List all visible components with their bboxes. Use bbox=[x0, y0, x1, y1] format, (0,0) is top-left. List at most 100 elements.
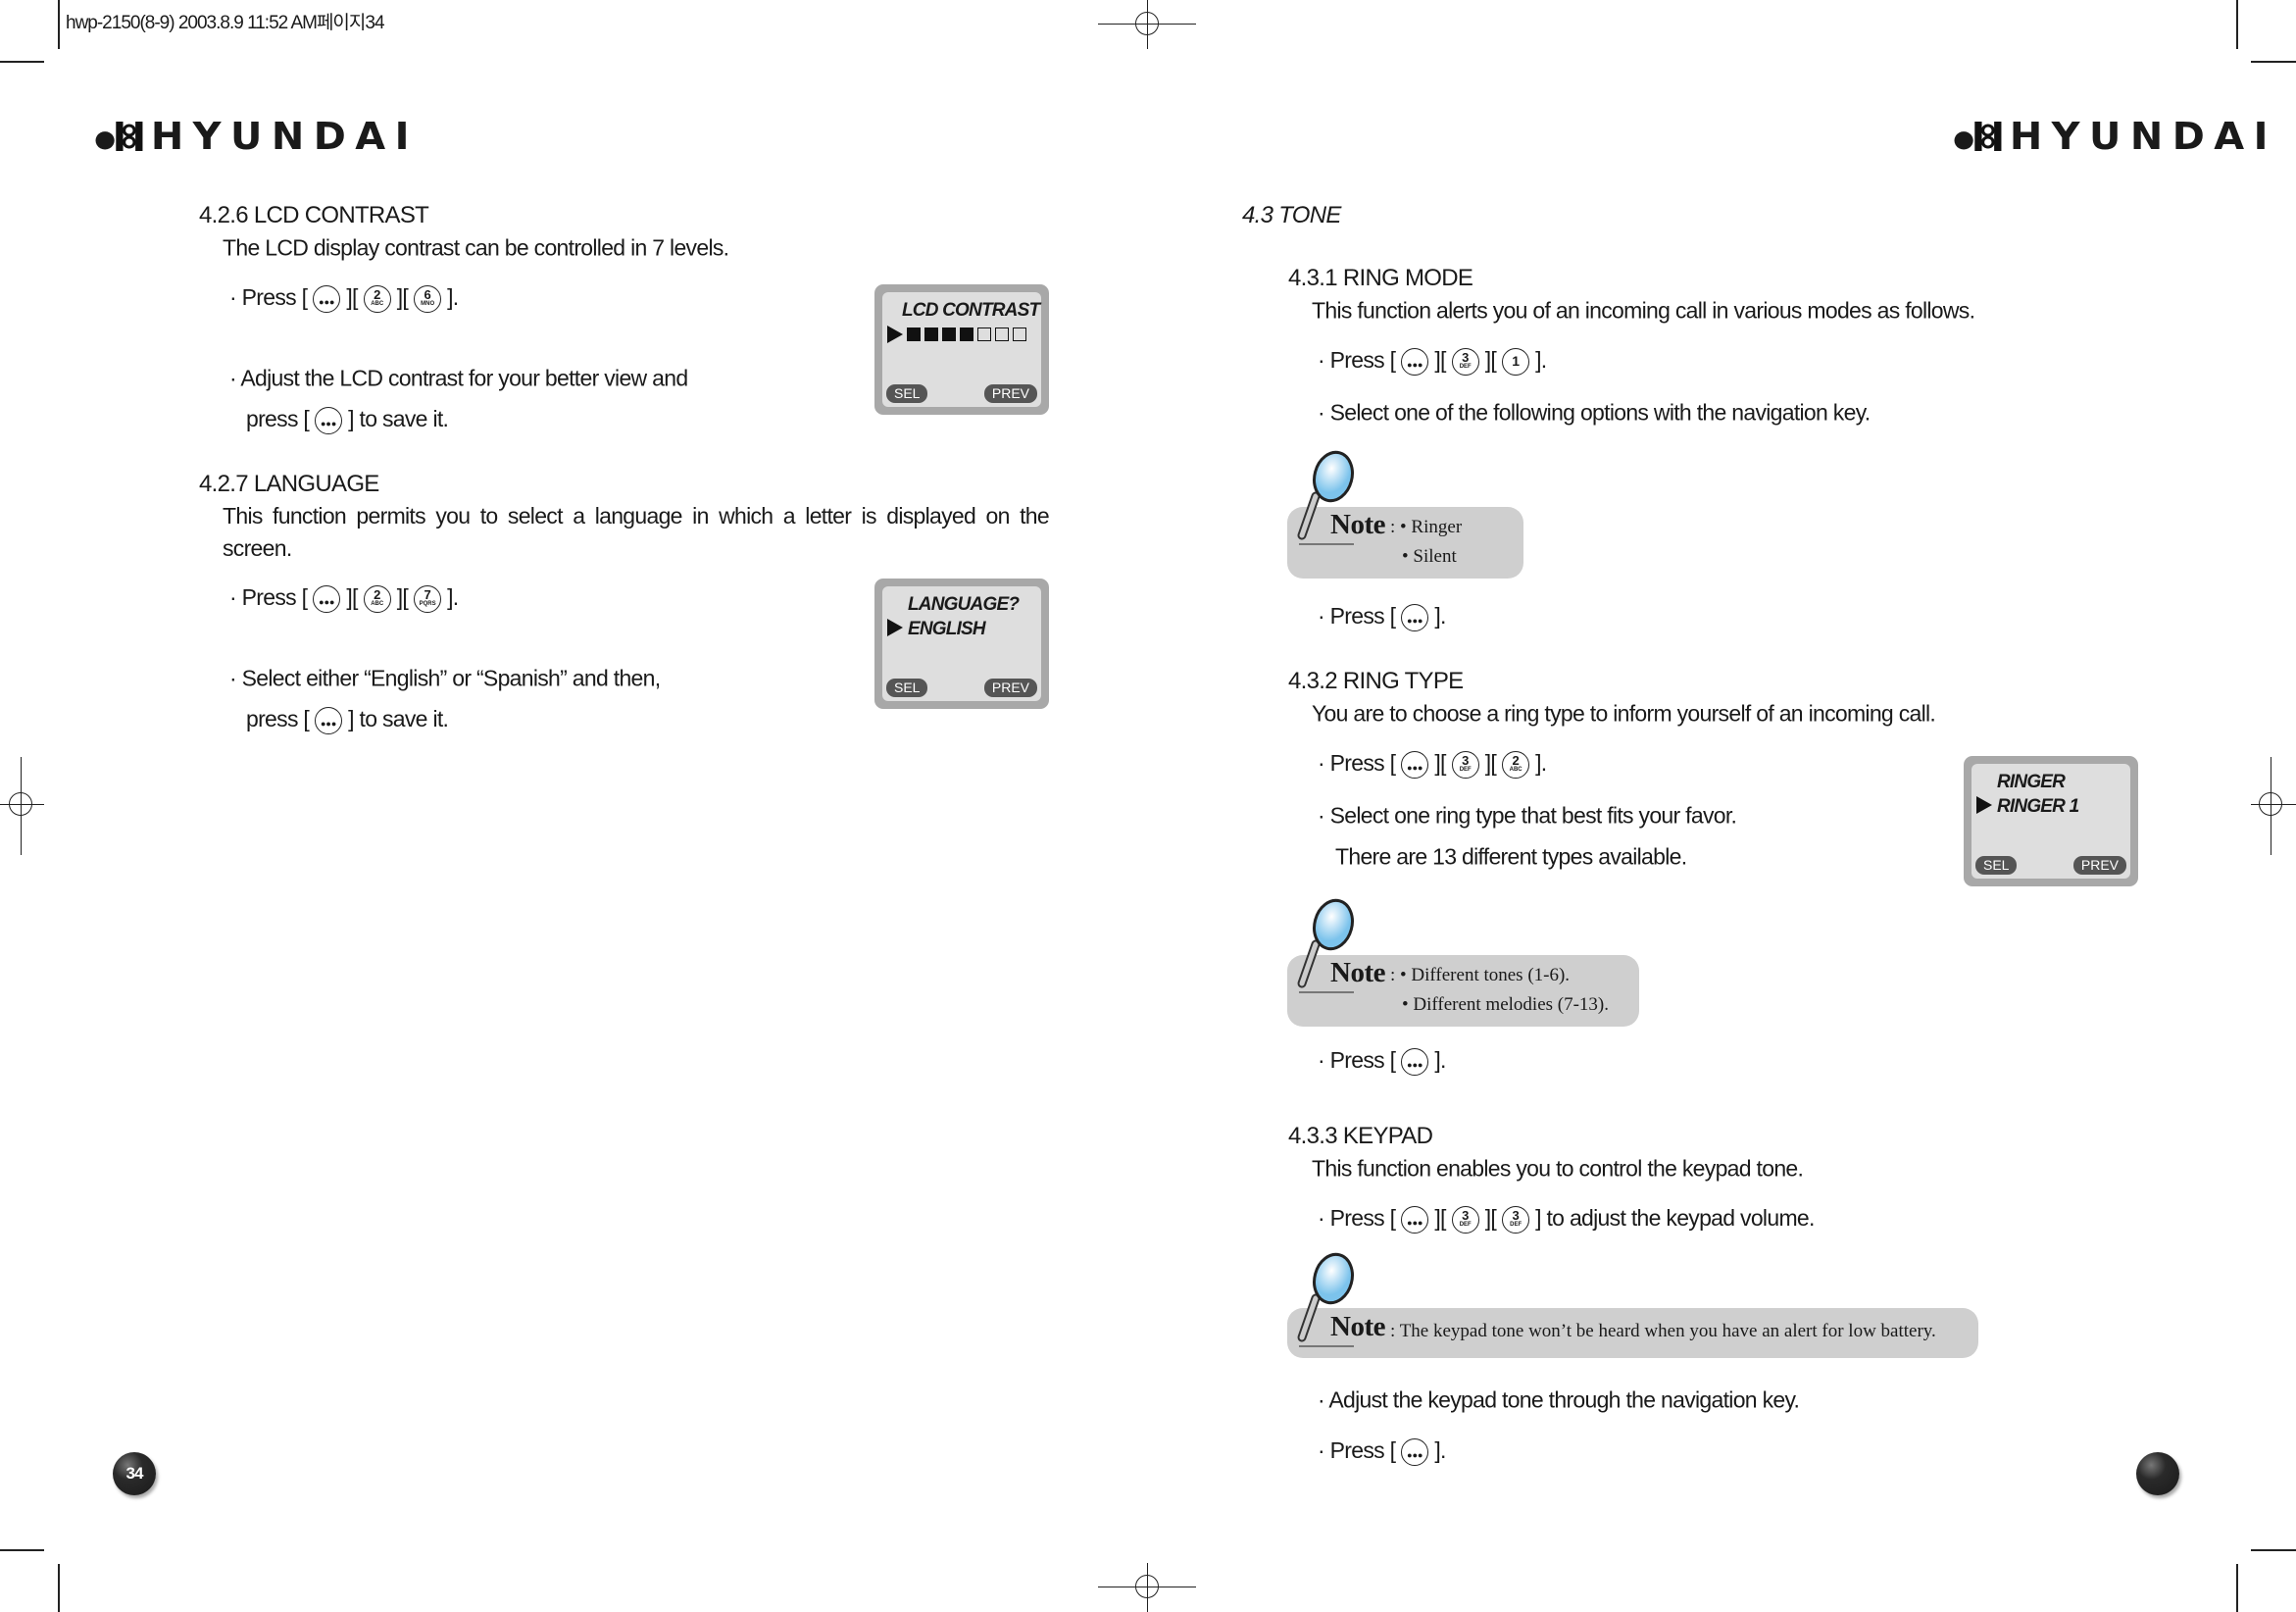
ring-type-step3: · Press [●●●]. bbox=[1318, 1048, 1446, 1076]
key-separator: ][ bbox=[1484, 347, 1497, 374]
page-number: 34 bbox=[113, 1452, 156, 1495]
ring-type-step2-cont: There are 13 different types available. bbox=[1335, 843, 1687, 870]
ring-type-step1: · Press [●●●][3 DEF][2 ABC]. bbox=[1318, 751, 1547, 779]
magnifier-icon bbox=[1297, 450, 1354, 540]
magnifier-icon bbox=[1297, 898, 1354, 988]
language-intro: This function permits you to select a la… bbox=[223, 503, 1050, 561]
language-step2: · Select either “English” or “Spanish” a… bbox=[229, 665, 661, 691]
press-prefix: · Press [ bbox=[1318, 1205, 1396, 1232]
press-prefix: · Press [ bbox=[1318, 1047, 1396, 1074]
press-suffix: ] to save it. bbox=[348, 706, 449, 732]
key-separator: ][ bbox=[1484, 1205, 1497, 1232]
press-prefix: · Press [ bbox=[1318, 347, 1396, 374]
menu-key-icon: ●●● bbox=[1401, 604, 1429, 631]
key-letters: DEF bbox=[1510, 1222, 1522, 1228]
key-number: 3 bbox=[1462, 350, 1470, 365]
key-letters: PQRS bbox=[419, 601, 436, 607]
key-letters: DEF bbox=[1459, 1222, 1472, 1228]
ring-mode-step1: · Press [●●●][3 DEF][1]. bbox=[1318, 348, 1547, 376]
lcd-contrast-intro: The LCD display contrast can be controll… bbox=[223, 234, 729, 261]
number-key-3-icon: 3 DEF bbox=[1451, 1206, 1479, 1234]
crop-mark bbox=[1147, 0, 1148, 49]
note-text: The keypad tone won’t be heard when you … bbox=[1399, 1321, 1936, 1341]
section-heading-ring-type: 4.3.2 RING TYPE bbox=[1288, 668, 1464, 694]
key-separator: ][ bbox=[1434, 750, 1446, 777]
crop-mark bbox=[58, 0, 60, 49]
number-key-2-icon: 2 ABC bbox=[363, 285, 391, 313]
key-separator: ][ bbox=[396, 284, 409, 311]
key-letters: DEF bbox=[1459, 767, 1472, 773]
ring-type-intro: You are to choose a ring type to inform … bbox=[1312, 700, 1936, 727]
ringer-screen: RINGER RINGER 1 SEL PREV bbox=[1964, 756, 2138, 886]
key-letters: ABC bbox=[1509, 767, 1522, 773]
key-number: 3 bbox=[1462, 753, 1470, 768]
crop-mark bbox=[2236, 0, 2238, 49]
keypad-step3: · Press [●●●]. bbox=[1318, 1438, 1446, 1466]
sel-softkey: SEL bbox=[1975, 856, 2018, 875]
number-key-3-icon: 3 DEF bbox=[1502, 1206, 1530, 1234]
ring-mode-step2: · Select one of the following options wi… bbox=[1318, 399, 1871, 426]
key-number: 3 bbox=[1512, 1208, 1520, 1223]
menu-key-icon: ●●● bbox=[313, 285, 341, 313]
contrast-level-segment bbox=[1013, 327, 1026, 341]
key-letters: ABC bbox=[371, 301, 384, 307]
number-key-3-icon: 3 DEF bbox=[1451, 348, 1479, 376]
sel-softkey: SEL bbox=[886, 384, 928, 403]
ring-mode-intro: This function alerts you of an incoming … bbox=[1312, 297, 1975, 324]
ring-mode-step3: · Press [●●●]. bbox=[1318, 604, 1446, 631]
magnifier-icon bbox=[1297, 1252, 1354, 1342]
key-letters: DEF bbox=[1459, 364, 1472, 370]
key-separator: ][ bbox=[346, 584, 358, 611]
contrast-level-segment bbox=[942, 327, 956, 341]
key-number: 7 bbox=[424, 587, 431, 602]
crop-mark bbox=[2251, 804, 2296, 805]
press-prefix: press [ bbox=[246, 706, 310, 732]
key-separator: ][ bbox=[1434, 347, 1446, 374]
keypad-step2: · Adjust the keypad tone through the nav… bbox=[1318, 1386, 1800, 1413]
sel-softkey: SEL bbox=[886, 679, 928, 697]
press-suffix: ]. bbox=[1535, 347, 1547, 374]
note-item: • Silent bbox=[1402, 546, 1457, 567]
screen-selected-option: ENGLISH bbox=[908, 619, 986, 639]
key-number: 6 bbox=[424, 287, 431, 302]
key-number: 2 bbox=[1512, 753, 1520, 768]
print-header: hwp-2150(8-9) 2003.8.9 11:52 AM페이지34 bbox=[66, 13, 385, 33]
press-suffix: ]. bbox=[1434, 1047, 1446, 1074]
hyundai-logo: ● HYUNDAI bbox=[94, 115, 419, 158]
note-separator: : bbox=[1390, 1321, 1396, 1341]
lcd-contrast-step2: · Adjust the LCD contrast for your bette… bbox=[229, 365, 688, 391]
key-number: 2 bbox=[374, 587, 381, 602]
key-separator: ][ bbox=[1484, 750, 1497, 777]
selection-arrow-icon bbox=[887, 619, 903, 636]
key-separator: ][ bbox=[396, 584, 409, 611]
contrast-level-segment bbox=[924, 327, 938, 341]
press-suffix: ]. bbox=[1434, 1437, 1446, 1464]
menu-key-icon: ●●● bbox=[315, 407, 343, 434]
prev-softkey: PREV bbox=[983, 384, 1037, 403]
menu-key-icon: ●●● bbox=[1401, 1206, 1429, 1234]
section-heading-lcd-contrast: 4.2.6 LCD CONTRAST bbox=[199, 202, 429, 228]
menu-key-icon: ●●● bbox=[1401, 751, 1429, 779]
press-suffix: ] to save it. bbox=[348, 406, 449, 432]
menu-key-icon: ●●● bbox=[315, 707, 343, 734]
menu-key-icon: ●●● bbox=[1401, 1438, 1429, 1466]
press-prefix: · Press [ bbox=[1318, 750, 1396, 777]
number-key-2-icon: 2 ABC bbox=[363, 585, 391, 613]
crop-mark bbox=[0, 804, 44, 805]
key-separator: ][ bbox=[346, 284, 358, 311]
page-number-ball bbox=[2136, 1452, 2179, 1495]
note-keypad: Note : The keypad tone won’t be heard wh… bbox=[1287, 1308, 1978, 1358]
screen-title: RINGER bbox=[1997, 772, 2066, 792]
lcd-contrast-screen: LCD CONTRAST SEL PREV bbox=[874, 284, 1049, 415]
key-separator: ][ bbox=[1434, 1205, 1446, 1232]
press-suffix: ]. bbox=[1434, 603, 1446, 630]
screen-selected-option: RINGER 1 bbox=[1997, 796, 2079, 817]
language-step2-cont: press [●●●] to save it. bbox=[246, 706, 449, 734]
note-item: • Different tones (1-6). bbox=[1400, 965, 1571, 985]
contrast-level-segment bbox=[960, 327, 973, 341]
lcd-contrast-step1: · Press [●●●][2 ABC][6 MNO]. bbox=[229, 285, 459, 313]
contrast-level-bar bbox=[907, 327, 1026, 341]
section-heading-ring-mode: 4.3.1 RING MODE bbox=[1288, 265, 1473, 291]
menu-key-icon: ●●● bbox=[1401, 348, 1429, 376]
keypad-intro: This function enables you to control the… bbox=[1312, 1155, 1804, 1182]
